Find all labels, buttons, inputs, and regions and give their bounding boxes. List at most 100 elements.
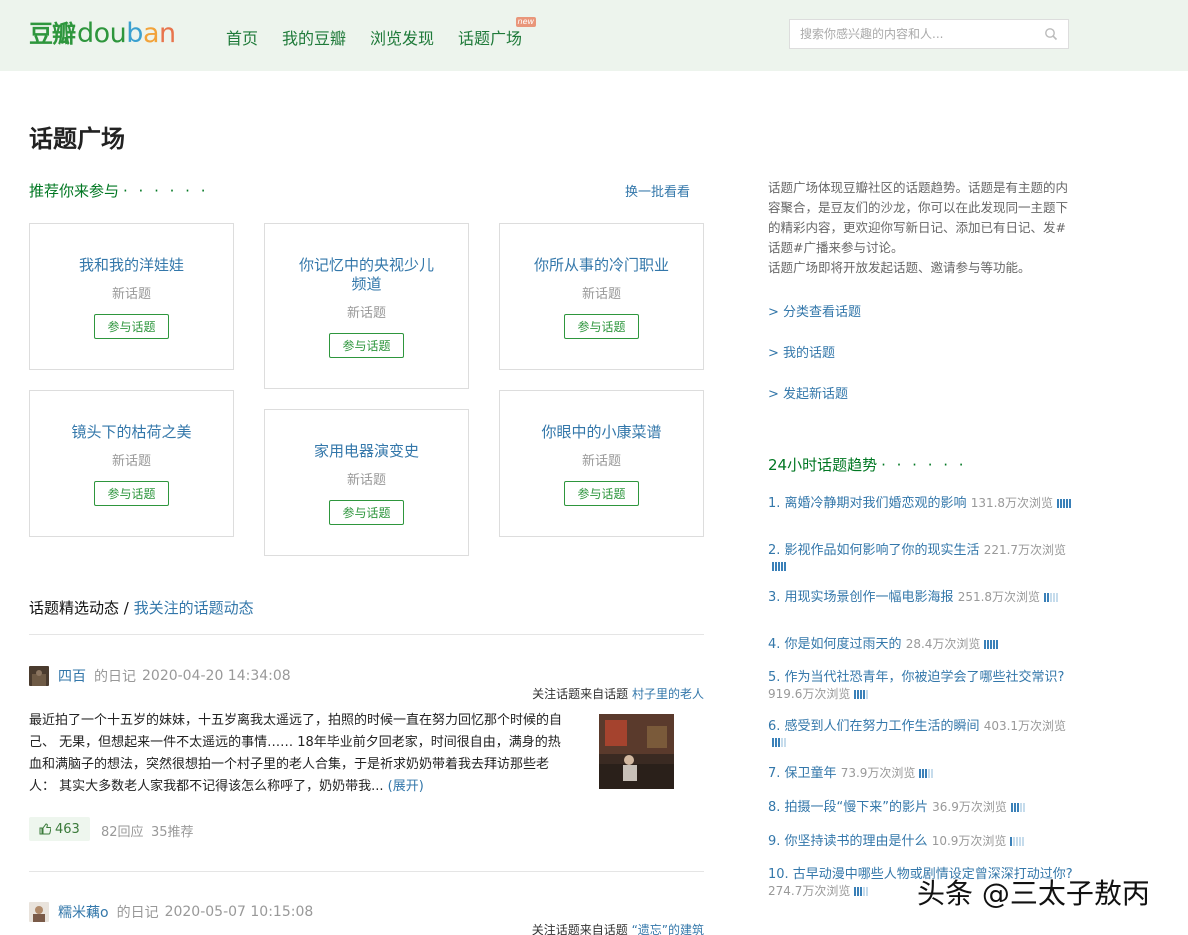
topic-card-title[interactable]: 你所从事的冷门职业 xyxy=(500,256,703,275)
refresh-link[interactable]: 换一批看看 xyxy=(625,181,690,200)
topic-card-sub: 新话题 xyxy=(581,454,621,469)
heat-bar-tick xyxy=(778,562,780,571)
feed-tab-separator: / xyxy=(123,599,129,617)
heat-bar-tick xyxy=(1010,837,1013,846)
heat-bar-tick xyxy=(1010,803,1013,812)
trend-item[interactable]: 8. 拍摄一段“慢下来”的影片 36.9万次浏览 xyxy=(768,799,1073,816)
trend-item[interactable]: 6. 感受到人们在努力工作生活的瞬间 403.1万次浏览 xyxy=(768,718,1073,751)
trend-item[interactable]: 4. 你是如何度过雨天的 28.4万次浏览 xyxy=(768,636,1073,653)
heat-bar-tick xyxy=(784,738,786,747)
topic-card-sub: 新话题 xyxy=(581,287,621,302)
nav-topic-square[interactable]: 话题广场 new xyxy=(458,17,537,49)
join-topic-button[interactable]: 参与话题 xyxy=(329,500,404,525)
top-bar: 豆瓣 douban 首页 我的豆瓣 浏览发现 话题广场 new xyxy=(0,0,1188,71)
like-count: 463 xyxy=(55,821,80,837)
topic-card-title[interactable]: 家用电器演变史 xyxy=(265,442,468,461)
nav-home[interactable]: 首页 xyxy=(226,25,258,49)
trend-title[interactable]: 3. 用现实场景创作一幅电影海报 xyxy=(768,590,954,605)
post-topic-link[interactable]: 村子里的老人 xyxy=(632,687,704,701)
trend-item[interactable]: 1. 离婚冷静期对我们婚恋观的影响 131.8万次浏览 xyxy=(768,495,1073,512)
nav-my-douban[interactable]: 我的豆瓣 xyxy=(282,25,346,49)
join-topic-button[interactable]: 参与话题 xyxy=(564,314,639,339)
heat-bar-tick xyxy=(1066,499,1069,508)
heat-bar-tick xyxy=(781,562,783,571)
trend-heat-bars xyxy=(1057,499,1072,508)
trend-item[interactable]: 7. 保卫童年 73.9万次浏览 xyxy=(768,765,1073,782)
post-thumbnail[interactable] xyxy=(599,714,674,789)
heat-bar-tick xyxy=(1016,837,1019,846)
trend-title[interactable]: 2. 影视作品如何影响了你的现实生活 xyxy=(768,543,980,558)
logo-cn: 豆瓣 xyxy=(29,20,76,48)
trend-item[interactable]: 2. 影视作品如何影响了你的现实生活 221.7万次浏览 xyxy=(768,542,1073,575)
topic-card-title[interactable]: 你记忆中的央视少儿频道 xyxy=(265,256,468,294)
browse-by-category-link[interactable]: > 分类查看话题 xyxy=(768,301,861,320)
post-kind: 的日记 xyxy=(116,905,159,921)
heat-bar-tick xyxy=(1050,593,1053,602)
recommend-count[interactable]: 35推荐 xyxy=(151,821,194,840)
heat-bar-tick xyxy=(772,562,774,571)
trend-count: 28.4万次浏览 xyxy=(905,637,981,651)
heat-bar-tick xyxy=(772,738,774,747)
heat-bar-tick xyxy=(863,690,866,699)
topic-card-title[interactable]: 你眼中的小康菜谱 xyxy=(500,423,703,442)
feed-tab-featured[interactable]: 话题精选动态 xyxy=(29,599,119,617)
main-nav: 首页 我的豆瓣 浏览发现 话题广场 new xyxy=(226,17,537,49)
feed-tab-following[interactable]: 我关注的话题动态 xyxy=(134,599,254,617)
join-topic-button[interactable]: 参与话题 xyxy=(94,314,169,339)
topic-card-title[interactable]: 镜头下的枯荷之美 xyxy=(30,423,233,442)
my-topics-link[interactable]: > 我的话题 xyxy=(768,342,835,361)
heat-bar-tick xyxy=(1063,499,1066,508)
heat-bar-tick xyxy=(863,887,866,896)
avatar[interactable] xyxy=(29,666,49,686)
heat-bar-tick xyxy=(1013,837,1016,846)
trend-item[interactable]: 9. 你坚持读书的理由是什么 10.9万次浏览 xyxy=(768,833,1073,850)
trend-item[interactable]: 5. 作为当代社恐青年，你被迫学会了哪些社交常识? 919.6万次浏览 xyxy=(768,670,1073,703)
reply-count[interactable]: 82回应 xyxy=(101,821,144,840)
heat-bar-tick xyxy=(919,769,922,778)
trend-title[interactable]: 1. 离婚冷静期对我们婚恋观的影响 xyxy=(768,496,967,511)
post-time: 2020-04-20 14:34:08 xyxy=(142,668,291,684)
trend-title[interactable]: 4. 你是如何度过雨天的 xyxy=(768,637,902,652)
trend-heading-label: 24小时话题趋势 xyxy=(768,456,878,474)
heat-bar-tick xyxy=(987,640,990,649)
topic-card-title[interactable]: 我和我的洋娃娃 xyxy=(30,256,233,275)
heat-bar-tick xyxy=(857,887,860,896)
nav-topic-square-label: 话题广场 xyxy=(458,29,523,48)
divider xyxy=(29,634,704,635)
trend-title[interactable]: 5. 作为当代社恐青年，你被迫学会了哪些社交常识? xyxy=(768,670,1064,685)
heat-bar-tick xyxy=(1019,803,1022,812)
trend-title[interactable]: 6. 感受到人们在努力工作生活的瞬间 xyxy=(768,719,980,734)
expand-link[interactable]: (展开) xyxy=(388,779,424,794)
avatar[interactable] xyxy=(29,902,49,922)
post-author[interactable]: 糯米藕o xyxy=(58,902,109,922)
post-author[interactable]: 四百 xyxy=(58,666,86,686)
join-topic-button[interactable]: 参与话题 xyxy=(329,333,404,358)
create-topic-link[interactable]: > 发起新话题 xyxy=(768,383,848,402)
join-topic-button[interactable]: 参与话题 xyxy=(564,481,639,506)
post-topic-link[interactable]: “遗忘”的建筑 xyxy=(632,923,704,935)
heading-dots: · · · · · · xyxy=(881,456,967,474)
like-button[interactable]: 463 xyxy=(29,817,90,841)
join-topic-button[interactable]: 参与话题 xyxy=(94,481,169,506)
trend-title[interactable]: 9. 你坚持读书的理由是什么 xyxy=(768,834,928,849)
douban-logo[interactable]: 豆瓣 douban xyxy=(29,14,176,54)
topic-card: 镜头下的枯荷之美 新话题 参与话题 xyxy=(29,390,234,537)
trend-title[interactable]: 7. 保卫童年 xyxy=(768,766,837,781)
heat-bar-tick xyxy=(784,562,786,571)
heat-bar-tick xyxy=(866,690,869,699)
search-box xyxy=(789,19,1069,49)
topic-card: 你眼中的小康菜谱 新话题 参与话题 xyxy=(499,390,704,537)
trend-heat-bars xyxy=(984,640,999,649)
trend-title[interactable]: 8. 拍摄一段“慢下来”的影片 xyxy=(768,800,928,815)
recommend-heading: 推荐你来参与 · · · · · · xyxy=(29,180,208,201)
heat-bar-tick xyxy=(1044,593,1047,602)
watermark: 头条 @三太子敖丙 xyxy=(917,877,1150,910)
nav-explore[interactable]: 浏览发现 xyxy=(370,25,434,49)
search-icon[interactable] xyxy=(1044,27,1058,41)
heat-bar-tick xyxy=(931,769,934,778)
trend-item[interactable]: 3. 用现实场景创作一幅电影海报 251.8万次浏览 xyxy=(768,589,1073,606)
trend-heat-bars xyxy=(772,562,787,571)
trend-count: 403.1万次浏览 xyxy=(983,719,1067,733)
heat-bar-tick xyxy=(1019,837,1022,846)
search-input[interactable] xyxy=(790,20,1036,48)
